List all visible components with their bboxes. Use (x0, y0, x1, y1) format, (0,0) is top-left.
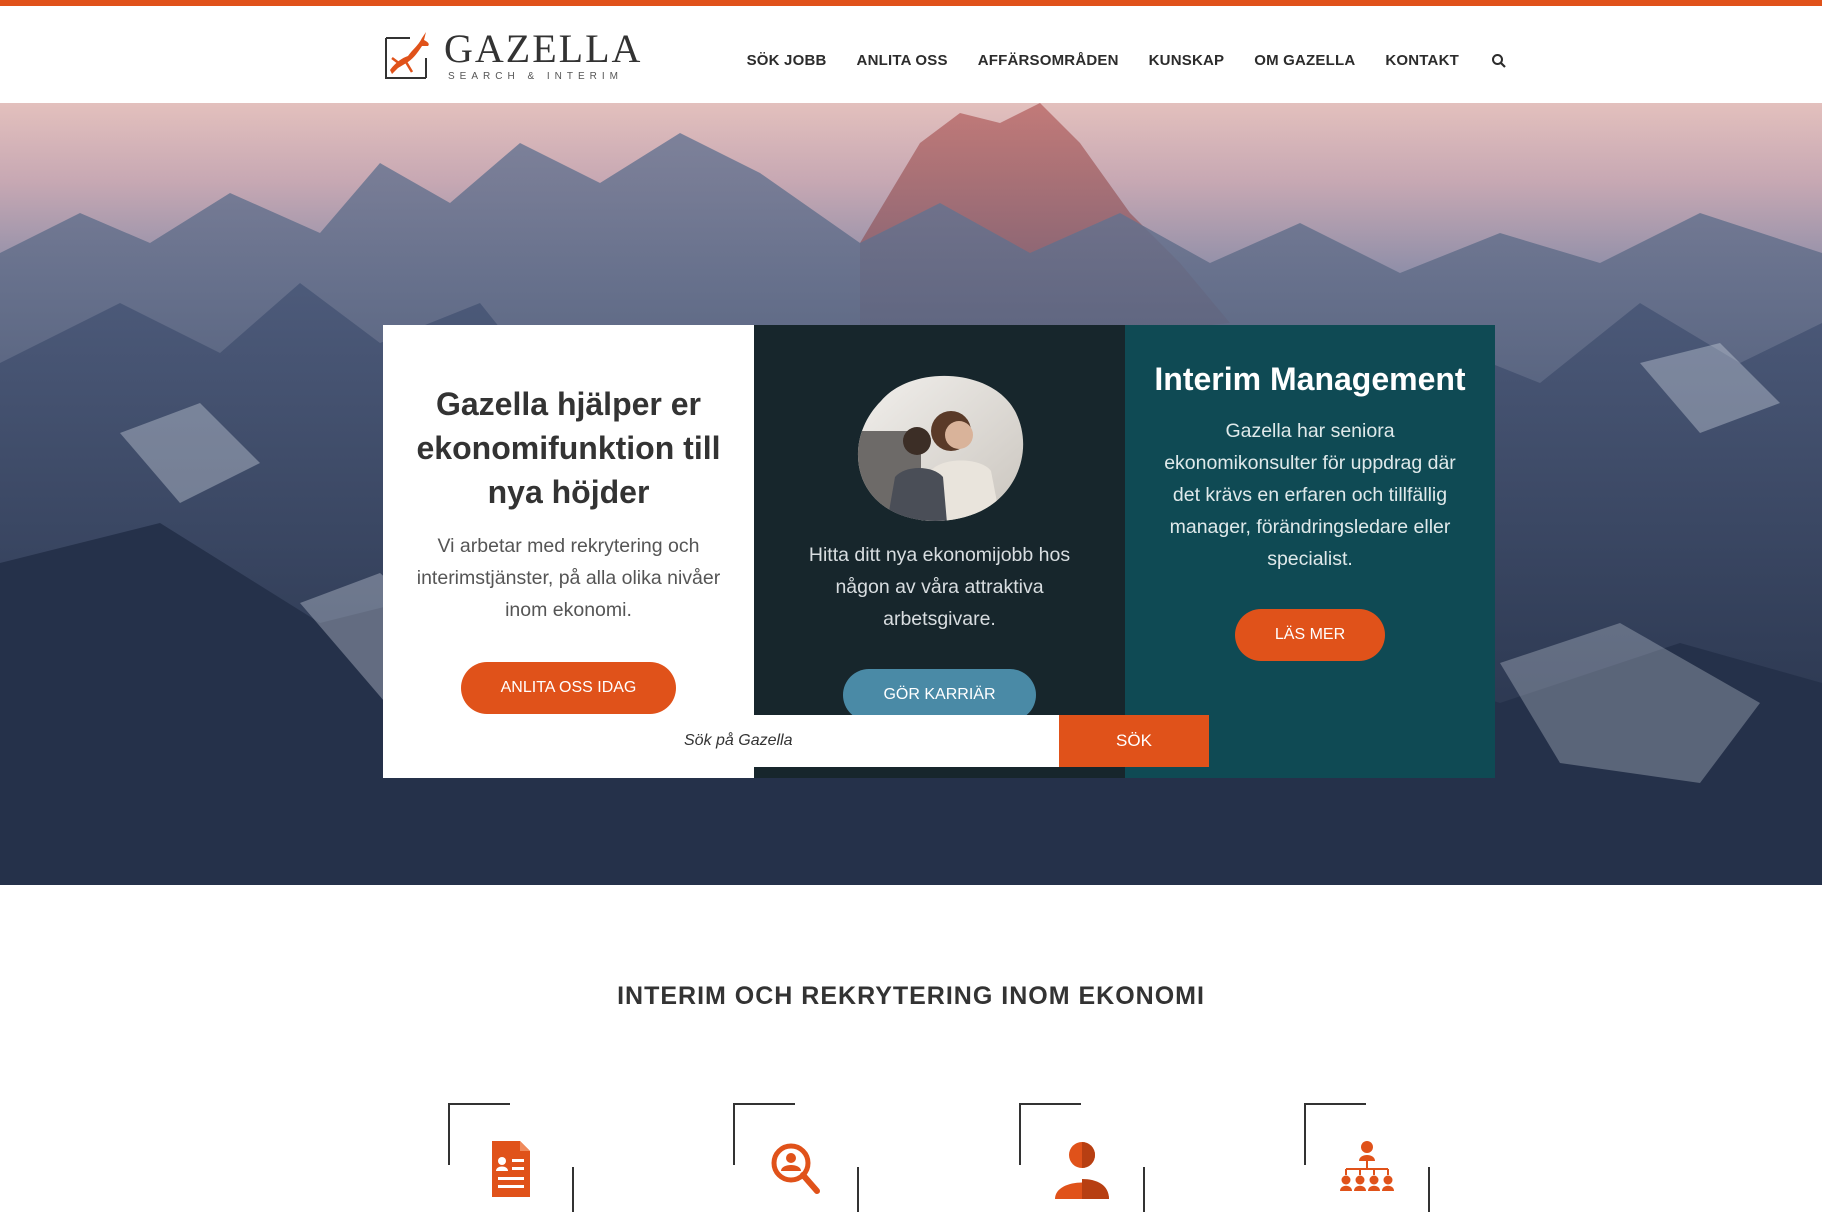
interim-title: Interim Management (1154, 361, 1466, 397)
anlita-oss-idag-button[interactable]: ANLITA OSS IDAG (460, 662, 677, 714)
logo[interactable]: GAZELLA SEARCH & INTERIM (382, 24, 640, 86)
feature-document[interactable] (448, 1103, 574, 1212)
nav-kunskap[interactable]: KUNSKAP (1149, 52, 1225, 69)
hero-search: SÖK (668, 715, 1209, 767)
site-header: GAZELLA SEARCH & INTERIM SÖK JOBB ANLITA… (0, 6, 1822, 103)
search-button[interactable]: SÖK (1059, 715, 1209, 767)
org-chart-icon (1338, 1137, 1396, 1201)
search-input[interactable] (668, 715, 1059, 767)
career-photo (851, 371, 1029, 523)
person-icon (1053, 1137, 1111, 1201)
gor-karriar-button[interactable]: GÖR KARRIÄR (843, 669, 1036, 721)
nav-om-gazella[interactable]: OM GAZELLA (1254, 52, 1355, 69)
person-search-icon (767, 1137, 825, 1201)
nav-sok-jobb[interactable]: SÖK JOBB (747, 52, 827, 69)
document-icon (482, 1137, 540, 1201)
nav-anlita-oss[interactable]: ANLITA OSS (857, 52, 948, 69)
feature-search-talent[interactable] (733, 1103, 859, 1212)
intro-card: Gazella hjälper er ekonomifunktion till … (383, 325, 754, 778)
hero-section: Gazella hjälper er ekonomifunktion till … (0, 103, 1822, 885)
logo-tagline: SEARCH & INTERIM (448, 70, 624, 82)
nav-affarsomraden[interactable]: AFFÄRSOMRÅDEN (978, 52, 1119, 69)
interim-text: Gazella har seniora ekonomikonsulter för… (1164, 420, 1456, 570)
main-nav: SÖK JOBB ANLITA OSS AFFÄRSOMRÅDEN KUNSKA… (747, 12, 1507, 109)
interim-card: Interim Management Gazella har seniora e… (1125, 325, 1495, 778)
feature-consultant[interactable] (1019, 1103, 1145, 1212)
intro-title: Gazella hjälper er ekonomifunktion till … (416, 386, 721, 510)
career-text: Hitta ditt nya ekonomijobb hos någon av … (808, 544, 1071, 630)
career-card: Hitta ditt nya ekonomijobb hos någon av … (754, 325, 1125, 778)
intro-text: Vi arbetar med rekrytering och interimst… (416, 535, 721, 621)
search-icon[interactable] (1491, 53, 1507, 69)
nav-kontakt[interactable]: KONTAKT (1385, 52, 1459, 69)
logo-name: GAZELLA (444, 25, 643, 71)
section-title: INTERIM OCH REKRYTERING INOM EKONOMI (617, 982, 1205, 1010)
gazelle-logo-icon (382, 28, 434, 82)
las-mer-button[interactable]: LÄS MER (1234, 609, 1386, 661)
feature-organisation[interactable] (1304, 1103, 1430, 1212)
